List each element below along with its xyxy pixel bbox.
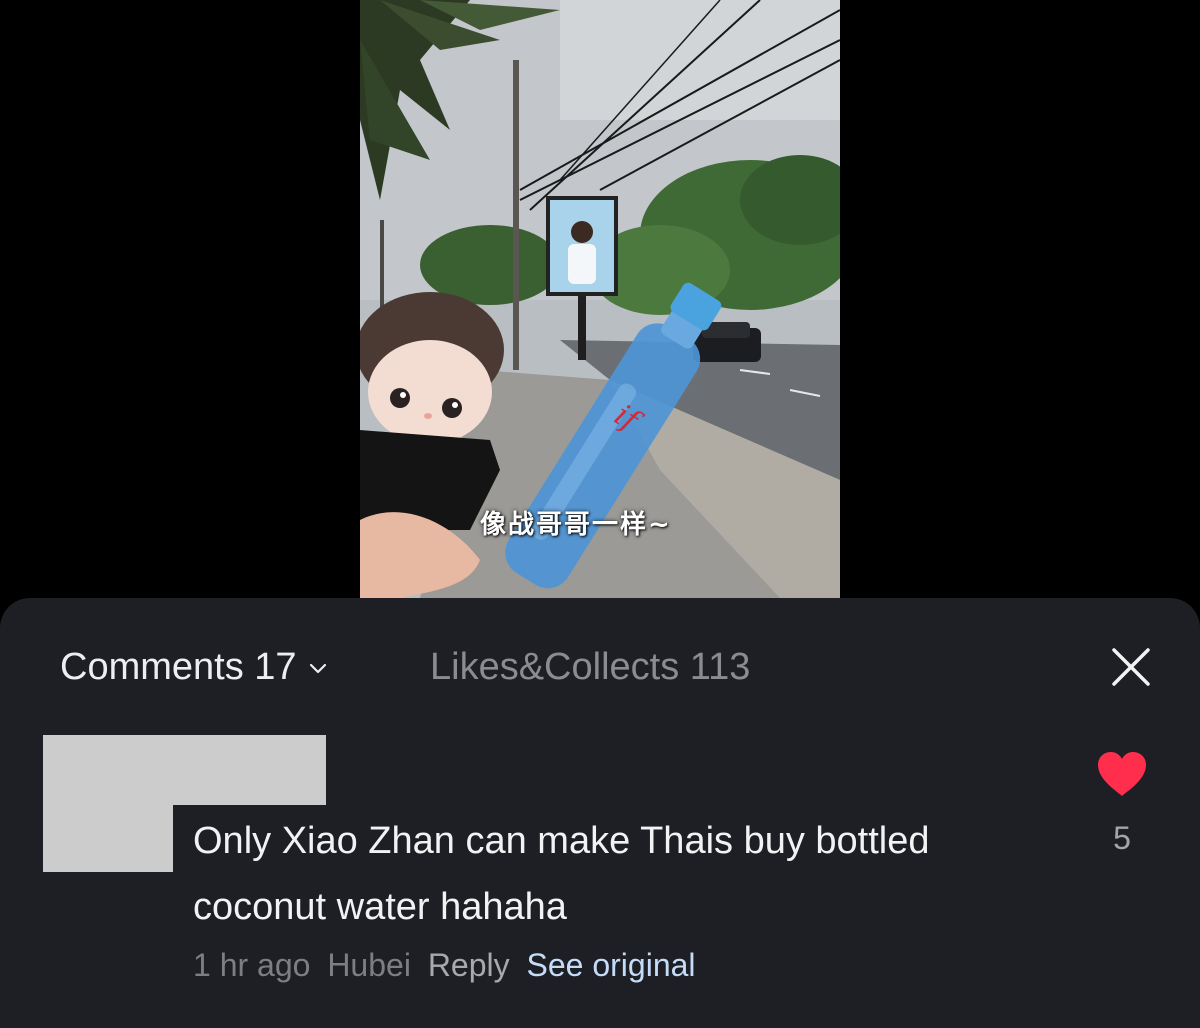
likes-count: 113 [689, 646, 751, 688]
comments-sheet: Comments 17 Likes&Collects 113 Only Xiao… [0, 598, 1200, 1028]
video-caption: 像战哥哥一样~ [480, 510, 672, 540]
tab-likes-collects[interactable]: Likes&Collects 113 [430, 646, 750, 689]
comment-time: 1 hr ago [193, 947, 311, 983]
avatar-redacted[interactable] [43, 735, 326, 805]
see-original-link[interactable]: See original [527, 947, 696, 983]
comment-text: Only Xiao Zhan can make Thais buy bottle… [193, 820, 930, 928]
tab-comments-label: Comments 17 [60, 646, 297, 688]
close-icon[interactable] [1108, 644, 1154, 690]
video-area[interactable]: if 像战哥哥一样~ [0, 0, 1200, 600]
like-count: 5 [1113, 820, 1131, 856]
comment-meta: 1 hr ago Hubei Reply See original [193, 947, 696, 984]
video-frame[interactable]: if 像战哥哥一样~ [360, 0, 840, 598]
reply-button[interactable]: Reply [428, 947, 510, 983]
username-redacted[interactable] [43, 805, 173, 872]
comment-location: Hubei [327, 947, 411, 983]
chevron-down-icon[interactable] [307, 657, 329, 679]
heart-icon[interactable] [1096, 750, 1148, 798]
tab-comments[interactable]: Comments 17 [60, 646, 329, 689]
comments-count: 17 [254, 646, 297, 688]
